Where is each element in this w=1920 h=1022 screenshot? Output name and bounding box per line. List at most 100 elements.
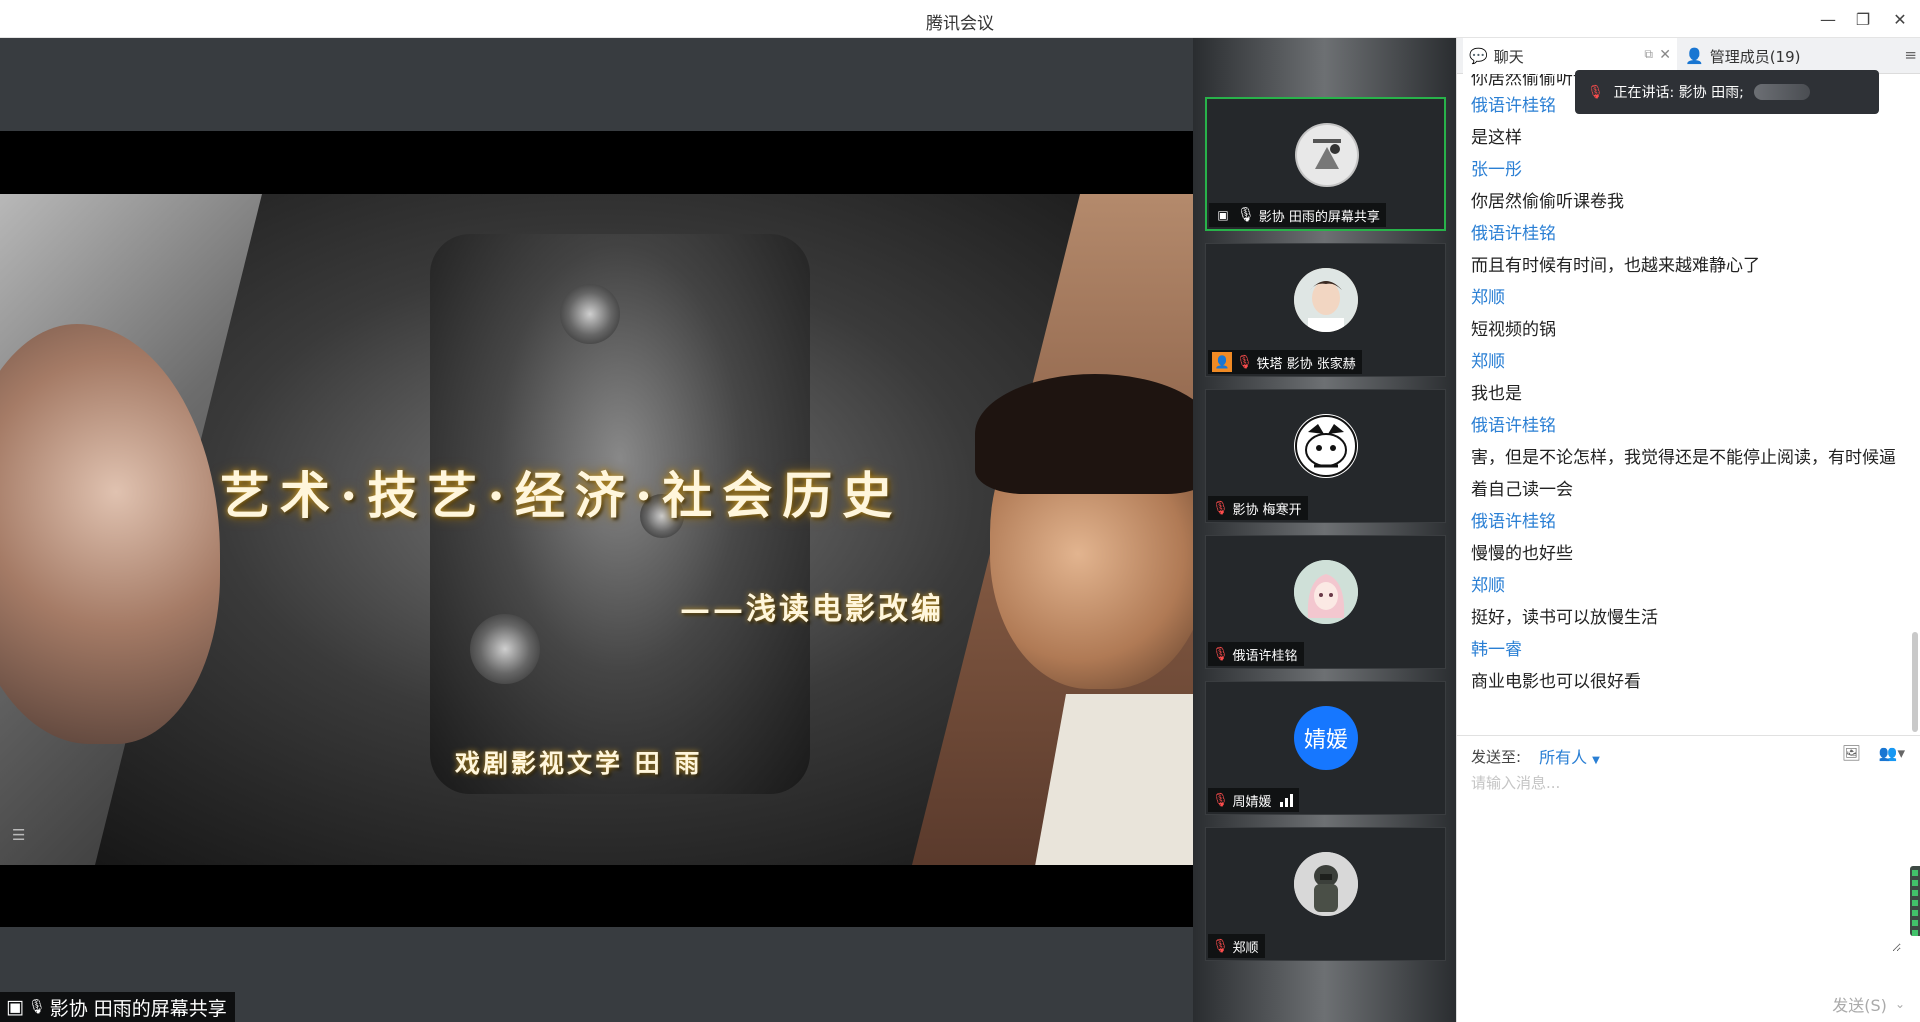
tab-chat[interactable]: 💬 聊天 ⧉ ✕ — [1463, 38, 1677, 74]
avatar: 婧媛 — [1294, 706, 1358, 770]
participant-label: 🎙 俄语许桂铭 — [1208, 642, 1304, 666]
send-to-label: 发送至: — [1471, 747, 1522, 766]
participant-name: 影协 田雨的屏幕共享 — [1258, 209, 1380, 225]
message-sender: 俄语许桂铭 — [1471, 512, 1556, 532]
tab-members-label: 管理成员(19) — [1709, 47, 1801, 66]
volume-meter — [1910, 866, 1920, 936]
slide-author: 戏剧影视文学 田 雨 — [455, 749, 703, 778]
tab-chat-label: 聊天 — [1493, 47, 1524, 66]
message-input[interactable] — [1471, 772, 1901, 952]
screen-share-label: ▣ 🎙 影协 田雨的屏幕共享 — [0, 992, 235, 1022]
participant-tile[interactable]: 👤 🎙 铁塔 影协 张家赫 — [1205, 243, 1446, 377]
soldier-icon — [1294, 852, 1358, 916]
chat-message-list[interactable]: 你居然偷偷听课卷我 俄语许桂铭 是这样 张一彤 你居然偷偷听课卷我 俄语许桂铭 … — [1471, 74, 1911, 754]
speaking-indicator: 🎙 正在讲话: 影协 田雨; — [1575, 70, 1879, 114]
chevron-down-icon[interactable]: ⌄ — [1895, 997, 1905, 1011]
restore-icon: ❐ — [1855, 9, 1871, 29]
minimize-button[interactable]: — — [1815, 6, 1841, 32]
participant-label: 🎙 周婧媛 — [1208, 788, 1299, 812]
message-sender: 郑顺 — [1471, 352, 1505, 372]
message-text: 挺好，读书可以放慢生活 — [1471, 608, 1658, 628]
message-text: 是这样 — [1471, 128, 1522, 148]
tab-members[interactable]: 👤 管理成员(19) — [1679, 38, 1893, 74]
person-icon: 👤 — [1212, 352, 1232, 372]
message-sender: 郑顺 — [1471, 576, 1505, 596]
participant-label: ▣ 🎙 影协 田雨的屏幕共享 — [1209, 203, 1386, 227]
mic-muted-icon: 🎙 — [1212, 938, 1229, 954]
mic-muted-icon: 🎙 — [1212, 792, 1229, 808]
message-sender: 韩一睿 — [1471, 640, 1522, 660]
participant-tile[interactable]: ▣ 🎙 影协 田雨的屏幕共享 — [1205, 97, 1446, 231]
send-button[interactable]: 发送(S) ⌄ — [1832, 992, 1905, 1016]
minimize-icon: — — [1820, 9, 1836, 29]
panel-tabs: 💬 聊天 ⧉ ✕ 👤 管理成员(19) ≡ — [1457, 38, 1920, 74]
mic-muted-icon: 🎙 — [1212, 646, 1229, 662]
participant-name: 铁塔 影协 张家赫 — [1256, 356, 1356, 372]
message-text: 商业电影也可以很好看 — [1471, 672, 1641, 692]
avatar — [1294, 560, 1358, 624]
avatar — [1294, 414, 1358, 478]
avatar — [1294, 852, 1358, 916]
message-compose: 发送至: 所有人 ▼ 🖼 👥▾ 发送(S) ⌄ — [1457, 735, 1920, 1022]
message-text: 我也是 — [1471, 384, 1522, 404]
mic-muted-icon: 🎙 — [1212, 500, 1229, 516]
chat-scrollbar[interactable] — [1912, 632, 1918, 732]
participant-label: 🎙 郑顺 — [1208, 934, 1265, 958]
mic-icon: 🎙 — [27, 999, 46, 1015]
close-icon[interactable]: ✕ — [1659, 47, 1671, 63]
anime-icon — [1294, 560, 1358, 624]
participant-tile[interactable]: 🎙 影协 梅寒开 — [1205, 389, 1446, 523]
participant-name: 俄语许桂铭 — [1232, 648, 1298, 664]
close-icon: ✕ — [1893, 9, 1907, 29]
send-to-value: 所有人 — [1539, 748, 1588, 767]
message-text: 而且有时候有时间，也越来越难静心了 — [1471, 256, 1760, 276]
participant-name: 周婧媛 — [1232, 794, 1272, 810]
avatar — [1294, 268, 1358, 332]
popout-icon[interactable]: ⧉ — [1644, 47, 1653, 62]
participant-tile[interactable]: 🎙 俄语许桂铭 — [1205, 535, 1446, 669]
blurred-name — [1753, 84, 1810, 100]
poster-icon — [1297, 125, 1357, 185]
members-icon: 👤 — [1685, 47, 1704, 65]
caret-down-icon: ▼ — [1592, 755, 1600, 766]
signal-bars-icon — [1279, 793, 1293, 807]
panel-menu-icon[interactable]: ≡ — [1904, 46, 1917, 64]
message-sender: 俄语许桂铭 — [1471, 224, 1556, 244]
message-text: 你居然偷偷听课卷我 — [1471, 192, 1624, 212]
participant-tile[interactable]: 婧媛 🎙 周婧媛 — [1205, 681, 1446, 815]
video-tile-strip: ▣ 🎙 影协 田雨的屏幕共享 👤 🎙 铁塔 影协 张家赫 🎙 影协 梅寒开 🎙 — [1193, 38, 1456, 1022]
message-text: 短视频的锅 — [1471, 320, 1556, 340]
cartoon-icon — [1295, 415, 1357, 477]
send-button-label: 发送(S) — [1832, 996, 1887, 1015]
slide-menu-icon[interactable]: ☰ — [12, 826, 34, 848]
restore-button[interactable]: ❐ — [1850, 6, 1876, 32]
chat-icon: 💬 — [1469, 47, 1488, 65]
projector-reel — [470, 614, 540, 684]
screen-share-name: 影协 田雨的屏幕共享 — [49, 997, 227, 1020]
message-sender: 郑顺 — [1471, 288, 1505, 308]
image-icon[interactable]: 🖼 — [1842, 744, 1861, 762]
title-bar: 腾讯会议 — ❐ ✕ — [0, 0, 1920, 38]
participant-label: 👤 🎙 铁塔 影协 张家赫 — [1208, 350, 1362, 374]
photo-icon — [1294, 268, 1358, 332]
compose-toolbar: 🖼 👥▾ — [1842, 744, 1905, 762]
message-text: 慢慢的也好些 — [1471, 544, 1573, 564]
presentation-slide: 艺术·技艺·经济·社会历史 ——浅读电影改编 戏剧影视文学 田 雨 ☰ — [0, 194, 1193, 865]
mic-muted-icon: 🎙 — [1587, 84, 1604, 100]
send-to-select[interactable]: 所有人 ▼ — [1539, 744, 1600, 768]
screen-share-icon: ▣ — [1217, 208, 1229, 222]
send-to: 发送至: 所有人 ▼ — [1471, 744, 1600, 768]
window-title: 腾讯会议 — [926, 14, 994, 34]
shared-screen-stage[interactable]: 艺术·技艺·经济·社会历史 ——浅读电影改编 戏剧影视文学 田 雨 ☰ ▣ 🎙 … — [0, 38, 1193, 1022]
slide-title: 艺术·技艺·经济·社会历史 — [220, 466, 903, 525]
avatar-initials: 婧媛 — [1303, 728, 1348, 753]
speaking-text: 正在讲话: 影协 田雨; — [1613, 85, 1744, 101]
screen-share-icon: ▣ — [6, 996, 24, 1018]
participant-tile[interactable]: 🎙 郑顺 — [1205, 827, 1446, 961]
chat-panel: 💬 聊天 ⧉ ✕ 👤 管理成员(19) ≡ 你居然偷偷听课卷我 俄语许桂铭 是这… — [1456, 38, 1920, 1022]
message-sender: 俄语许桂铭 — [1471, 416, 1556, 436]
avatar — [1295, 123, 1359, 187]
close-button[interactable]: ✕ — [1887, 6, 1913, 32]
participant-label: 🎙 影协 梅寒开 — [1208, 496, 1308, 520]
mention-icon[interactable]: 👥▾ — [1879, 744, 1905, 762]
